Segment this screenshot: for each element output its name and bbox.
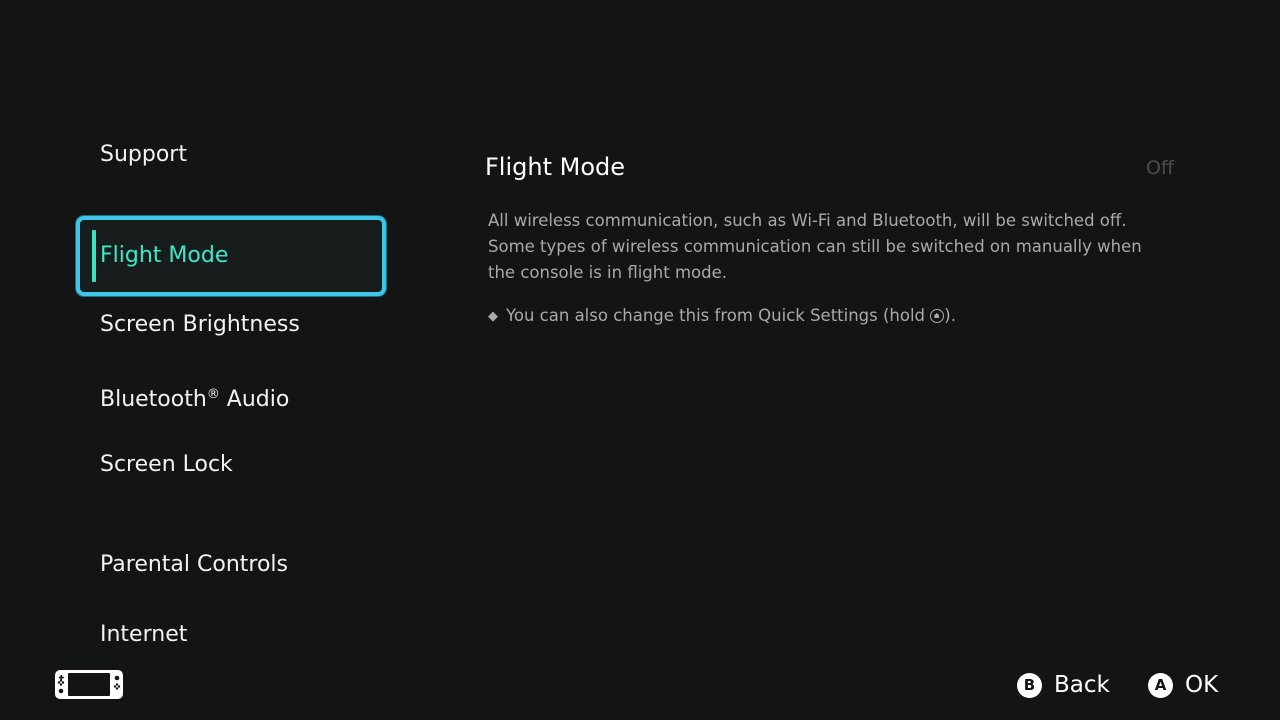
registered-mark: ® <box>206 387 220 402</box>
description-line: Some types of wireless communication can… <box>488 237 1142 256</box>
b-button-icon: B <box>1017 672 1042 698</box>
sidebar-item-label: Screen Lock <box>100 452 233 477</box>
sidebar-item-label: Parental Controls <box>100 552 288 577</box>
setting-title: Flight Mode <box>485 153 626 181</box>
home-button-icon <box>930 309 945 323</box>
setting-value-toggle[interactable]: Off <box>1146 155 1174 181</box>
note-text-end: ). <box>944 306 956 325</box>
system-settings-screen: Support Flight Mode Screen Brightness Bl… <box>0 0 1280 720</box>
sidebar-item-label: Bluetooth <box>100 387 207 412</box>
handheld-console-icon <box>55 670 123 699</box>
a-button-icon: A <box>1148 672 1173 698</box>
quick-settings-note: ◆ You can also change this from Quick Set… <box>488 303 956 330</box>
ok-button[interactable]: A OK <box>1148 671 1218 699</box>
setting-description: All wireless communication, such as Wi-F… <box>488 208 1188 286</box>
sidebar-item-support[interactable]: Support <box>100 141 187 169</box>
diamond-bullet-icon: ◆ <box>488 309 498 324</box>
description-line: the console is in flight mode. <box>488 263 727 282</box>
description-line: All wireless communication, such as Wi-F… <box>488 211 1127 230</box>
sidebar-item-label: Support <box>100 142 187 167</box>
sidebar-item-label: Screen Brightness <box>100 312 300 337</box>
sidebar-item-screen-lock[interactable]: Screen Lock <box>100 451 233 479</box>
sidebar-item-screen-brightness[interactable]: Screen Brightness <box>100 311 300 339</box>
sidebar-item-label: Flight Mode <box>100 243 229 268</box>
sidebar-item-bluetooth-audio[interactable]: Bluetooth® Audio <box>100 381 289 414</box>
back-label: Back <box>1054 672 1110 698</box>
note-text: You can also change this from Quick Sett… <box>506 306 931 325</box>
ok-label: OK <box>1185 672 1219 698</box>
back-button[interactable]: B Back <box>1017 671 1110 699</box>
sidebar-item-flight-mode[interactable]: Flight Mode <box>76 216 386 296</box>
sidebar-item-label-rest: Audio <box>219 387 290 412</box>
sidebar-item-internet[interactable]: Internet <box>100 621 187 649</box>
sidebar-item-parental-controls[interactable]: Parental Controls <box>100 551 288 579</box>
sidebar-item-label: Internet <box>100 622 188 647</box>
selection-indicator <box>92 230 96 282</box>
